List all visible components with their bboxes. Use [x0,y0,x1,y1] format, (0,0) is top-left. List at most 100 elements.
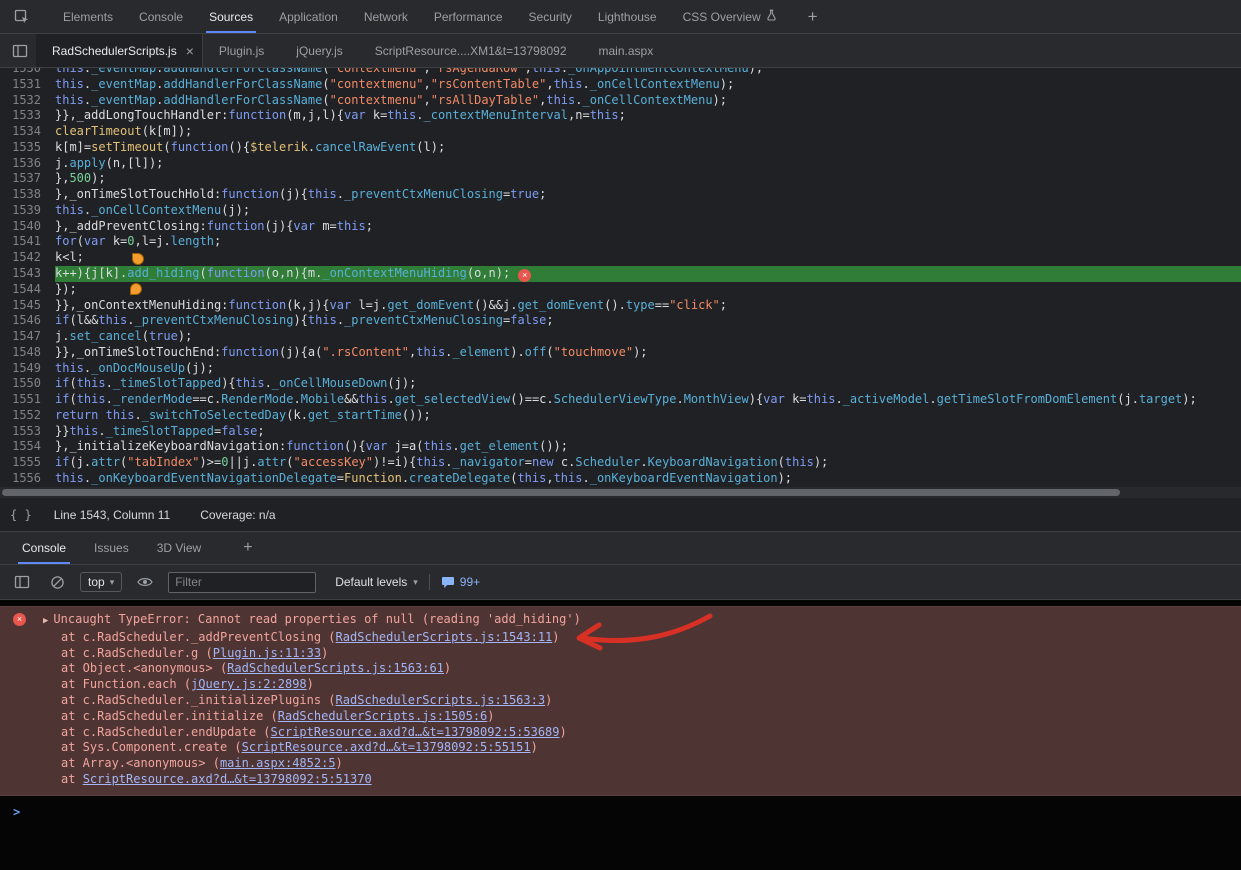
line-number[interactable]: 1547 [0,329,55,345]
code-text[interactable]: this._eventMap.addHandlerForClassName("c… [55,68,1241,77]
line-number[interactable]: 1538 [0,187,55,203]
pretty-print-icon[interactable]: { } [10,508,32,522]
line-number[interactable]: 1533 [0,108,55,124]
add-drawer-tab-icon[interactable]: + [243,540,252,556]
line-number[interactable]: 1542 [0,250,55,266]
source-location-link[interactable]: main.aspx:4852:5 [220,756,336,770]
file-tab-jquery-js[interactable]: jQuery.js [280,34,358,67]
code-text[interactable]: k++){j[k].add_hiding(function(o,n){m._on… [55,266,1241,282]
line-number[interactable]: 1545 [0,298,55,314]
drawer-tab-console[interactable]: Console [8,532,80,564]
line-number[interactable]: 1548 [0,345,55,361]
code-text[interactable]: if(j.attr("tabIndex")>=0||j.attr("access… [55,455,1241,471]
line-number[interactable]: 1532 [0,93,55,109]
file-tab-scriptresource-xm1-t-13798092[interactable]: ScriptResource....XM1&t=13798092 [359,34,583,67]
code-text[interactable]: this._onKeyboardEventNavigationDelegate=… [55,471,1241,487]
code-text[interactable]: clearTimeout(k[m]); [55,124,1241,140]
source-location-link[interactable]: Plugin.js:11:33 [213,646,321,660]
line-number[interactable]: 1537 [0,171,55,187]
source-location-link[interactable]: RadSchedulerScripts.js:1563:3 [336,693,546,707]
line-number[interactable]: 1555 [0,455,55,471]
code-text[interactable]: if(this._renderMode==c.RenderMode.Mobile… [55,392,1241,408]
code-text[interactable]: return this._switchToSelectedDay(k.get_s… [55,408,1241,424]
line-number[interactable]: 1551 [0,392,55,408]
code-text[interactable]: this._eventMap.addHandlerForClassName("c… [55,93,1241,109]
line-number[interactable]: 1544 [0,282,55,298]
inline-error-badge-icon[interactable]: × [518,269,531,282]
line-number[interactable]: 1531 [0,77,55,93]
selection-handle-start-icon[interactable] [132,253,144,265]
line-number[interactable]: 1553 [0,424,55,440]
line-number[interactable]: 1530 [0,68,55,77]
code-text[interactable]: this._eventMap.addHandlerForClassName("c… [55,77,1241,93]
add-panel-icon[interactable]: + [808,8,818,25]
code-text[interactable]: }},_addLongTouchHandler:function(m,j,l){… [55,108,1241,124]
code-text[interactable]: this._onDocMouseUp(j); [55,361,1241,377]
console-sidebar-toggle-icon[interactable] [10,570,34,594]
file-tab-radschedulerscripts-js[interactable]: RadSchedulerScripts.js× [36,34,203,67]
code-text[interactable]: k<l; [55,250,1241,266]
source-location-link[interactable]: ScriptResource.axd?d…&t=13798092:5:55151 [242,740,531,754]
file-tab-plugin-js[interactable]: Plugin.js [203,34,280,67]
source-editor[interactable]: 1530this._eventMap.addHandlerForClassNam… [0,68,1241,487]
code-text[interactable]: },_initializeKeyboardNavigation:function… [55,439,1241,455]
tab-lighthouse[interactable]: Lighthouse [585,0,670,33]
code-text[interactable]: k[m]=setTimeout(function(){$telerik.canc… [55,140,1241,156]
tab-sources[interactable]: Sources [196,0,266,33]
code-text[interactable]: }); [55,282,1241,298]
inspect-element-icon[interactable] [10,5,34,29]
source-location-link[interactable]: jQuery.js:2:2898 [191,677,307,691]
line-number[interactable]: 1552 [0,408,55,424]
line-number[interactable]: 1535 [0,140,55,156]
code-text[interactable]: j.set_cancel(true); [55,329,1241,345]
file-tab-main-aspx[interactable]: main.aspx [583,34,670,67]
drawer-tab-3d-view[interactable]: 3D View [143,532,215,564]
issues-counter[interactable]: 99+ [441,575,480,589]
tab-elements[interactable]: Elements [50,0,126,33]
tab-css-overview[interactable]: CSS Overview [670,0,790,33]
code-text[interactable]: if(this._timeSlotTapped){this._onCellMou… [55,376,1241,392]
console-filter-input[interactable] [168,572,316,593]
source-location-link[interactable]: ScriptResource.axd?d…&t=13798092:5:51370 [83,772,372,786]
code-text[interactable]: },500); [55,171,1241,187]
source-location-link[interactable]: RadSchedulerScripts.js:1505:6 [278,709,488,723]
line-number[interactable]: 1554 [0,439,55,455]
line-number[interactable]: 1550 [0,376,55,392]
source-location-link[interactable]: RadSchedulerScripts.js:1563:61 [227,661,444,675]
line-number[interactable]: 1536 [0,156,55,172]
code-text[interactable]: }},_onTimeSlotTouchEnd:function(j){a(".r… [55,345,1241,361]
context-selector[interactable]: top ▾ [80,572,122,592]
tab-console[interactable]: Console [126,0,196,33]
log-levels-dropdown[interactable]: Default levels ▾ [335,575,418,589]
line-number[interactable]: 1541 [0,234,55,250]
live-expression-eye-icon[interactable] [133,570,157,594]
drawer-tab-issues[interactable]: Issues [80,532,143,564]
line-number[interactable]: 1534 [0,124,55,140]
code-text[interactable]: }},_onContextMenuHiding:function(k,j){va… [55,298,1241,314]
source-location-link[interactable]: ScriptResource.axd?d…&t=13798092:5:53689 [271,725,560,739]
navigator-toggle-icon[interactable] [8,39,32,63]
line-number[interactable]: 1549 [0,361,55,377]
line-number[interactable]: 1546 [0,313,55,329]
console-prompt[interactable]: > [0,796,1241,821]
code-text[interactable]: for(var k=0,l=j.length; [55,234,1241,250]
close-tab-icon[interactable]: × [186,44,194,58]
code-text[interactable]: }}this._timeSlotTapped=false; [55,424,1241,440]
line-number[interactable]: 1540 [0,219,55,235]
line-number[interactable]: 1556 [0,471,55,487]
tab-security[interactable]: Security [516,0,585,33]
tab-network[interactable]: Network [351,0,421,33]
expand-triangle-icon[interactable]: ▶ [43,614,48,630]
tab-performance[interactable]: Performance [421,0,516,33]
source-location-link[interactable]: RadSchedulerScripts.js:1543:11 [336,630,553,644]
code-text[interactable]: },_addPreventClosing:function(j){var m=t… [55,219,1241,235]
scrollbar-thumb[interactable] [2,489,1120,496]
code-text[interactable]: if(l&&this._preventCtxMenuClosing){this.… [55,313,1241,329]
line-number[interactable]: 1539 [0,203,55,219]
line-number[interactable]: 1543 [0,266,55,282]
tab-application[interactable]: Application [266,0,351,33]
clear-console-icon[interactable] [45,570,69,594]
selection-handle-end-icon[interactable] [130,283,142,295]
code-text[interactable]: this._onCellContextMenu(j); [55,203,1241,219]
horizontal-scrollbar[interactable] [0,487,1241,498]
